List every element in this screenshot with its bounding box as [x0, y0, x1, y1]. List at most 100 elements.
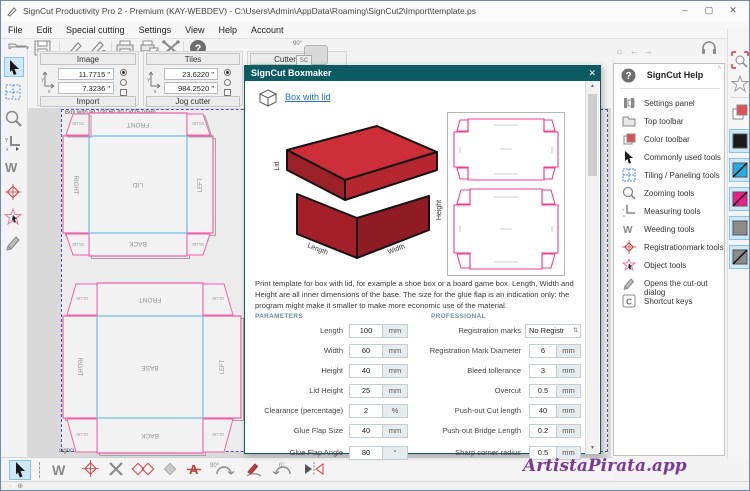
help-item[interactable]: Zooming tools [614, 186, 724, 201]
help-item[interactable]: W Weeding tools [614, 222, 724, 237]
weeding-tool-icon[interactable]: W [4, 158, 24, 178]
swatch-gray-fill[interactable] [729, 216, 749, 240]
zoom-tool-icon[interactable] [4, 109, 24, 129]
image-width-field[interactable]: 11.7715 " [58, 68, 114, 80]
mirror-icon[interactable] [301, 460, 327, 480]
tiles-height-field[interactable]: 984.2520 " [164, 82, 218, 94]
svg-text:Y: Y [622, 207, 625, 212]
image-lock-checkbox[interactable] [120, 89, 127, 96]
object-tool-icon[interactable] [4, 208, 24, 228]
param-value-field[interactable]: 25 [349, 384, 383, 398]
tiling-tool-icon[interactable] [4, 83, 24, 103]
registration-mark-tool-icon[interactable] [81, 460, 103, 480]
spinner-icon[interactable]: ⇅ [573, 325, 578, 337]
svg-text:GLUE: GLUE [212, 432, 224, 437]
tiles-lock-checkbox[interactable] [224, 89, 231, 96]
help-item[interactable]: Settings panel [614, 96, 724, 111]
menu-file[interactable]: File [1, 25, 30, 35]
delete-icon[interactable] [107, 460, 129, 480]
help-item[interactable]: Registrationmark tools [614, 240, 724, 255]
svg-text:LEFT: LEFT [198, 177, 204, 192]
help-scroll-up-icon[interactable]: ^ [718, 66, 721, 73]
dialog-scrollbar[interactable]: ▲ ▼ [585, 81, 599, 454]
dialog-titlebar[interactable]: SignCut Boxmaker [245, 66, 600, 81]
help-item[interactable]: C Shortcut keys [614, 294, 724, 309]
param-value-field[interactable]: 40 [529, 404, 557, 418]
param-value-field[interactable]: 0.5 [529, 384, 557, 398]
swatch-blue-cutline[interactable] [729, 158, 749, 182]
image-radio-1[interactable] [120, 69, 127, 76]
jog-cutter-button[interactable]: Jog cutter [146, 96, 240, 107]
param-value-field[interactable]: 0.2 [529, 424, 557, 438]
close-button[interactable]: ✕ [721, 1, 745, 19]
svg-text:FRONT: FRONT [127, 121, 149, 128]
duplicate-marks-icon[interactable] [131, 460, 155, 480]
menu-settings[interactable]: Settings [132, 25, 179, 35]
color-layers-icon[interactable] [731, 103, 749, 121]
object-star-icon[interactable] [731, 75, 749, 93]
dialog-close-icon[interactable]: ✕ [588, 66, 596, 81]
param-label: Length [320, 326, 343, 335]
menu-edit[interactable]: Edit [30, 25, 60, 35]
menu-help[interactable]: Help [211, 25, 244, 35]
svg-text:x: x [154, 89, 157, 94]
maximize-button[interactable]: ▢ [697, 1, 721, 19]
menu-special-cutting[interactable]: Special cutting [59, 25, 132, 35]
rotate-90-icon[interactable]: 90° [209, 460, 237, 480]
scrollbar-thumb[interactable] [588, 94, 597, 176]
help-item[interactable]: Commonly used tools [614, 150, 724, 165]
text-strike-icon[interactable]: A [185, 460, 207, 480]
menubar: File Edit Special cutting Settings View … [1, 21, 749, 39]
param-value-field[interactable]: 40 [349, 424, 383, 438]
swatch-fill-black[interactable] [729, 129, 749, 153]
param-value-field[interactable]: 100 [349, 324, 383, 338]
tiles-width-field[interactable]: 23.6220 " [164, 68, 218, 80]
param-value-field[interactable]: 6 [529, 344, 557, 358]
help-item[interactable]: Yx Measuring tools [614, 204, 724, 219]
help-item[interactable]: Object tools [614, 258, 724, 273]
param-value-field[interactable]: 3 [529, 364, 557, 378]
minimize-button[interactable]: – [673, 1, 697, 19]
param-value-field[interactable]: 2 [349, 404, 383, 418]
select-tool-icon[interactable] [9, 460, 31, 480]
help-item[interactable]: Tiling / Paneling tools [614, 168, 724, 183]
param-value-field[interactable]: 40 [349, 364, 383, 378]
weeding-tool-icon[interactable]: W [51, 460, 73, 480]
image-radio-2[interactable] [120, 79, 127, 86]
measure-tool-icon[interactable]: Yx [4, 134, 24, 154]
swatch-magenta-cutline[interactable] [729, 187, 749, 211]
base-template[interactable]: FRONT BASE BACK RIGHT LEFT GLUE GLUE GLU… [62, 282, 244, 456]
menu-view[interactable]: View [178, 25, 211, 35]
image-panel: Image Yx 11.7715 " 7.3236 " Import [37, 51, 139, 107]
zoom-selection-icon[interactable] [731, 51, 749, 69]
select-tool-icon[interactable] [4, 57, 24, 77]
scroll-up-icon[interactable]: ▲ [586, 81, 599, 92]
star-icon [622, 258, 636, 272]
import-button[interactable]: Import [40, 96, 136, 107]
scroll-down-icon[interactable]: ▼ [586, 443, 599, 454]
cutout-pen-tool-icon[interactable] [4, 233, 24, 253]
help-item[interactable]: Top toolbar [614, 114, 724, 129]
svg-text:x: x [623, 213, 625, 218]
tiles-radio-1[interactable] [224, 69, 231, 76]
tiles-radio-2[interactable] [224, 79, 231, 86]
registration-mark-tool-icon[interactable] [4, 183, 24, 203]
param-value-field[interactable]: 60 [349, 344, 383, 358]
home-icon[interactable]: ⌂ [617, 47, 622, 56]
rotate-pen-icon[interactable] [243, 460, 265, 480]
divider [620, 88, 720, 89]
forward-icon[interactable]: → [644, 47, 652, 56]
param-unit: mm [556, 404, 581, 418]
lid-template[interactable]: FRONT LID BACK RIGHT LEFT GLUE GLUE GLUE… [62, 112, 216, 259]
rotate-0-icon[interactable]: 0° [271, 460, 297, 480]
swatch-gray-cutline[interactable] [729, 245, 749, 269]
help-item[interactable]: Opens the cut-out dialog [614, 276, 724, 297]
menu-account[interactable]: Account [244, 25, 291, 35]
box-with-lid-link[interactable]: Box with lid [285, 92, 331, 102]
back-icon[interactable]: ← [630, 47, 638, 56]
image-height-field[interactable]: 7.3236 " [58, 82, 114, 94]
registration-marks-select[interactable]: No Registr ⇅ [525, 324, 581, 338]
param-value-field[interactable]: 80 [349, 446, 383, 460]
help-item[interactable]: Color toolbar [614, 132, 724, 147]
help-panel: ? SignCut Help ^ Settings panel Top tool… [613, 63, 725, 456]
